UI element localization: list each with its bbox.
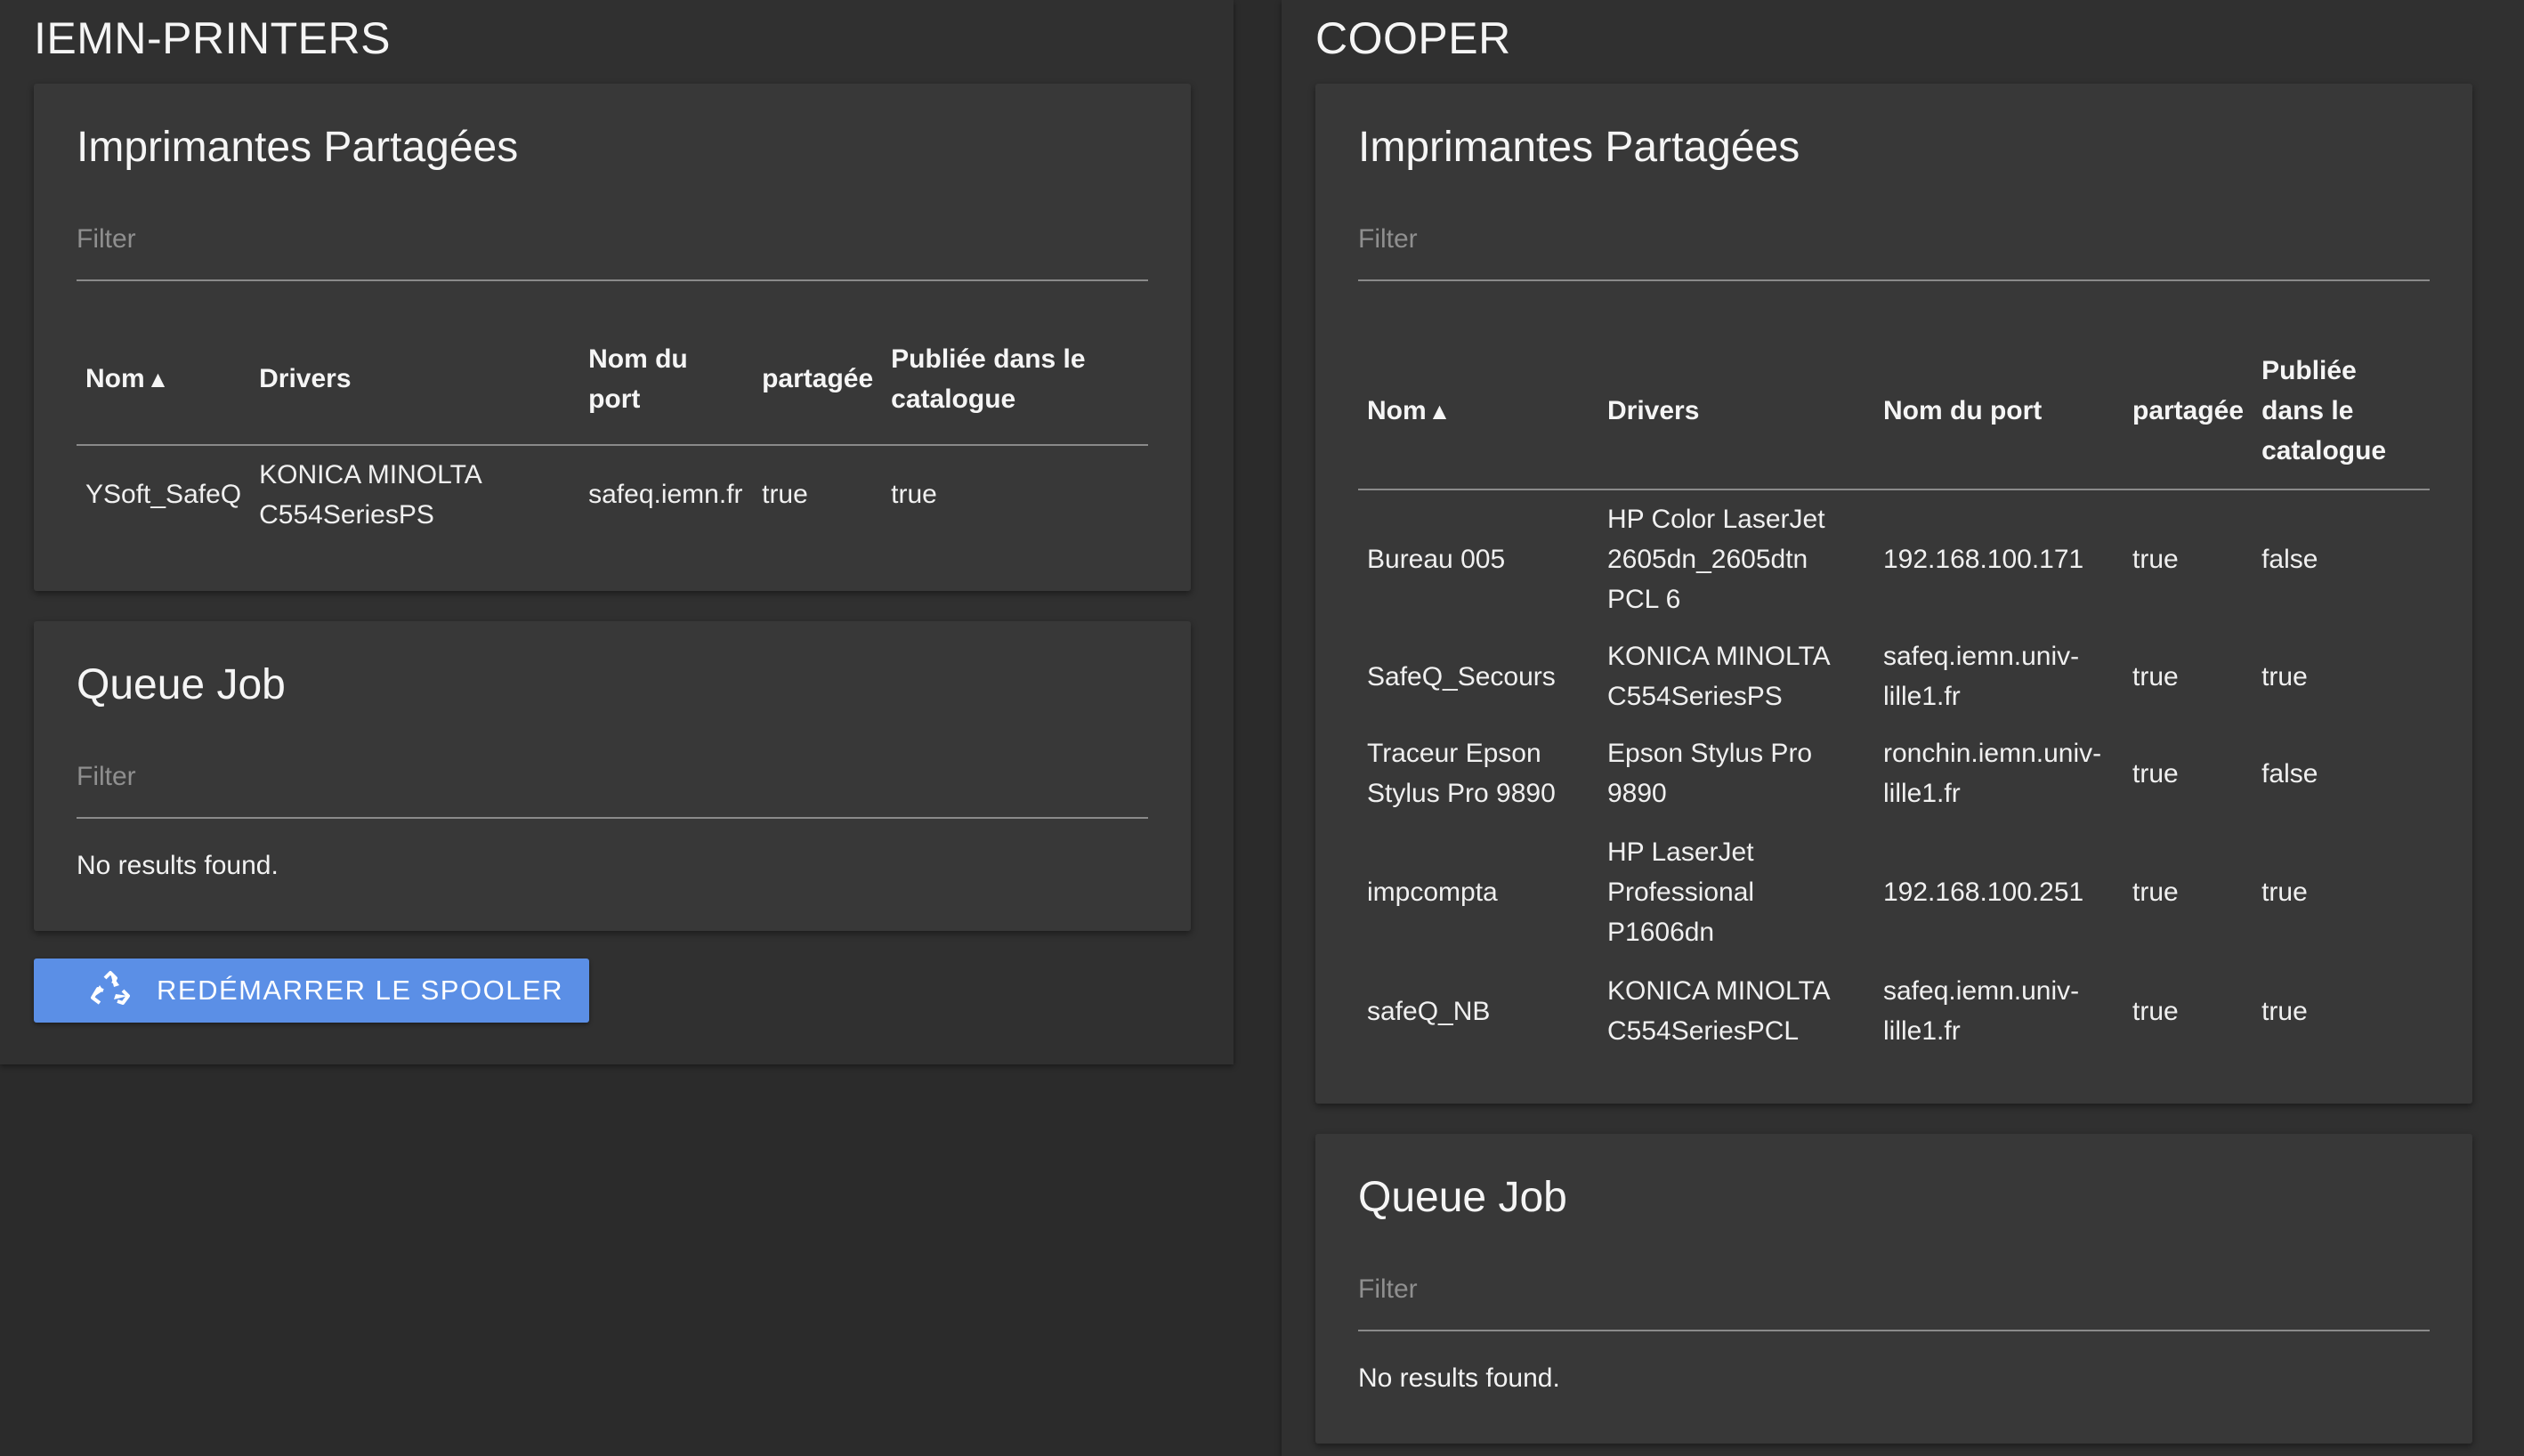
column-header-published[interactable]: Publiée dans le catalogue <box>2253 333 2430 489</box>
column-header-published[interactable]: Publiée dans le catalogue <box>882 313 1148 445</box>
cell-name: impcompta <box>1367 877 1498 907</box>
cell-name: Traceur Epson Stylus Pro 9890 <box>1367 739 1556 808</box>
table-row[interactable]: YSoft_SafeQ KONICA MINOLTA C554SeriesPS … <box>77 445 1148 543</box>
printers-table: Nom▲ Drivers Nom du port partagée Publié… <box>1358 333 2430 1061</box>
card-title: Imprimantes Partagées <box>1358 124 1800 171</box>
server-title: IEMN-PRINTERS <box>34 13 391 63</box>
cell-driver: Epson Stylus Pro 9890 <box>1607 739 1813 808</box>
filter-input[interactable] <box>77 224 1148 255</box>
column-header-shared[interactable]: partagée <box>753 313 882 445</box>
cell-shared: true <box>2132 545 2179 574</box>
no-results-text: No results found. <box>1358 1363 1560 1393</box>
column-header-name[interactable]: Nom▲ <box>77 313 250 445</box>
filter-input[interactable] <box>77 762 1148 792</box>
server-panel-cooper: COOPER Imprimantes Partagées Nom▲ Driver… <box>1282 0 2524 1456</box>
cell-shared: true <box>762 480 808 509</box>
cell-published: true <box>2261 877 2308 907</box>
column-header-drivers[interactable]: Drivers <box>250 313 579 445</box>
column-header-shared[interactable]: partagée <box>2124 333 2253 489</box>
cell-published: true <box>891 480 937 509</box>
filter-field[interactable] <box>1358 1267 2430 1331</box>
cell-port: safeq.iemn.univ-lille1.fr <box>1883 642 2080 711</box>
column-header-drivers[interactable]: Drivers <box>1598 333 1874 489</box>
cell-name: Bureau 005 <box>1367 545 1506 574</box>
card-title: Imprimantes Partagées <box>77 124 519 171</box>
cell-published: true <box>2261 661 2308 692</box>
cell-published: false <box>2261 545 2318 574</box>
cell-shared: true <box>2132 877 2179 907</box>
card-title: Queue Job <box>77 661 286 708</box>
cell-shared: true <box>2132 996 2179 1026</box>
cell-driver: KONICA MINOLTA C554SeriesPS <box>1607 642 1829 711</box>
restart-spooler-label: REDÉMARRER LE SPOOLER <box>157 975 563 1006</box>
sort-ascending-icon: ▲ <box>1428 397 1452 425</box>
sort-ascending-icon: ▲ <box>146 365 170 392</box>
cell-port: safeq.iemn.univ-lille1.fr <box>1883 976 2080 1046</box>
queue-job-card: Queue Job No results found. <box>34 621 1191 931</box>
table-row[interactable]: Traceur Epson Stylus Pro 9890 Epson Styl… <box>1358 724 2430 822</box>
table-row[interactable]: safeQ_NB KONICA MINOLTA C554SeriesPCL sa… <box>1358 961 2430 1061</box>
cell-published: false <box>2261 758 2318 789</box>
printers-table: Nom▲ Drivers Nom du port partagée Publié… <box>77 313 1148 543</box>
filter-input[interactable] <box>1358 1274 2430 1305</box>
cell-name: YSoft_SafeQ <box>85 480 242 509</box>
cell-published: true <box>2261 996 2308 1026</box>
table-header-row: Nom▲ Drivers Nom du port partagée Publié… <box>1358 333 2430 489</box>
restart-spooler-button[interactable]: REDÉMARRER LE SPOOLER <box>34 959 589 1023</box>
card-title: Queue Job <box>1358 1174 1567 1221</box>
table-row[interactable]: Bureau 005 HP Color LaserJet 2605dn_2605… <box>1358 489 2430 628</box>
cell-port: ronchin.iemn.univ-lille1.fr <box>1883 739 2102 808</box>
cell-driver: HP LaserJet Professional P1606dn <box>1607 837 1755 947</box>
cell-driver: HP Color LaserJet 2605dn_2605dtn PCL 6 <box>1607 505 1825 614</box>
cell-name: SafeQ_Secours <box>1367 661 1556 692</box>
cell-port: safeq.iemn.fr <box>588 480 743 509</box>
cell-driver: KONICA MINOLTA C554SeriesPS <box>259 459 481 530</box>
column-header-port[interactable]: Nom du port <box>1874 333 2124 489</box>
table-header-row: Nom▲ Drivers Nom du port partagée Publié… <box>77 313 1148 445</box>
filter-input[interactable] <box>1358 224 2430 255</box>
server-panel-iemn-printers: IEMN-PRINTERS Imprimantes Partagées Nom▲… <box>0 0 1234 1064</box>
cell-port: 192.168.100.171 <box>1883 545 2084 574</box>
cell-port: 192.168.100.251 <box>1883 877 2084 907</box>
table-row[interactable]: impcompta HP LaserJet Professional P1606… <box>1358 822 2430 961</box>
filter-field[interactable] <box>1358 217 2430 281</box>
cell-driver: KONICA MINOLTA C554SeriesPCL <box>1607 976 1829 1046</box>
filter-field[interactable] <box>77 755 1148 819</box>
table-row[interactable]: SafeQ_Secours KONICA MINOLTA C554SeriesP… <box>1358 628 2430 724</box>
shared-printers-card: Imprimantes Partagées Nom▲ Drivers Nom d… <box>34 84 1191 591</box>
column-header-name[interactable]: Nom▲ <box>1358 333 1598 489</box>
cell-name: safeQ_NB <box>1367 996 1491 1026</box>
no-results-text: No results found. <box>77 851 279 880</box>
column-header-port[interactable]: Nom du port <box>579 313 753 445</box>
cell-shared: true <box>2132 758 2179 789</box>
recycle-icon <box>91 971 130 1005</box>
filter-field[interactable] <box>77 217 1148 281</box>
shared-printers-card: Imprimantes Partagées Nom▲ Drivers Nom d… <box>1315 84 2472 1104</box>
server-title: COOPER <box>1315 13 1511 63</box>
cell-shared: true <box>2132 661 2179 692</box>
queue-job-card: Queue Job No results found. <box>1315 1134 2472 1444</box>
